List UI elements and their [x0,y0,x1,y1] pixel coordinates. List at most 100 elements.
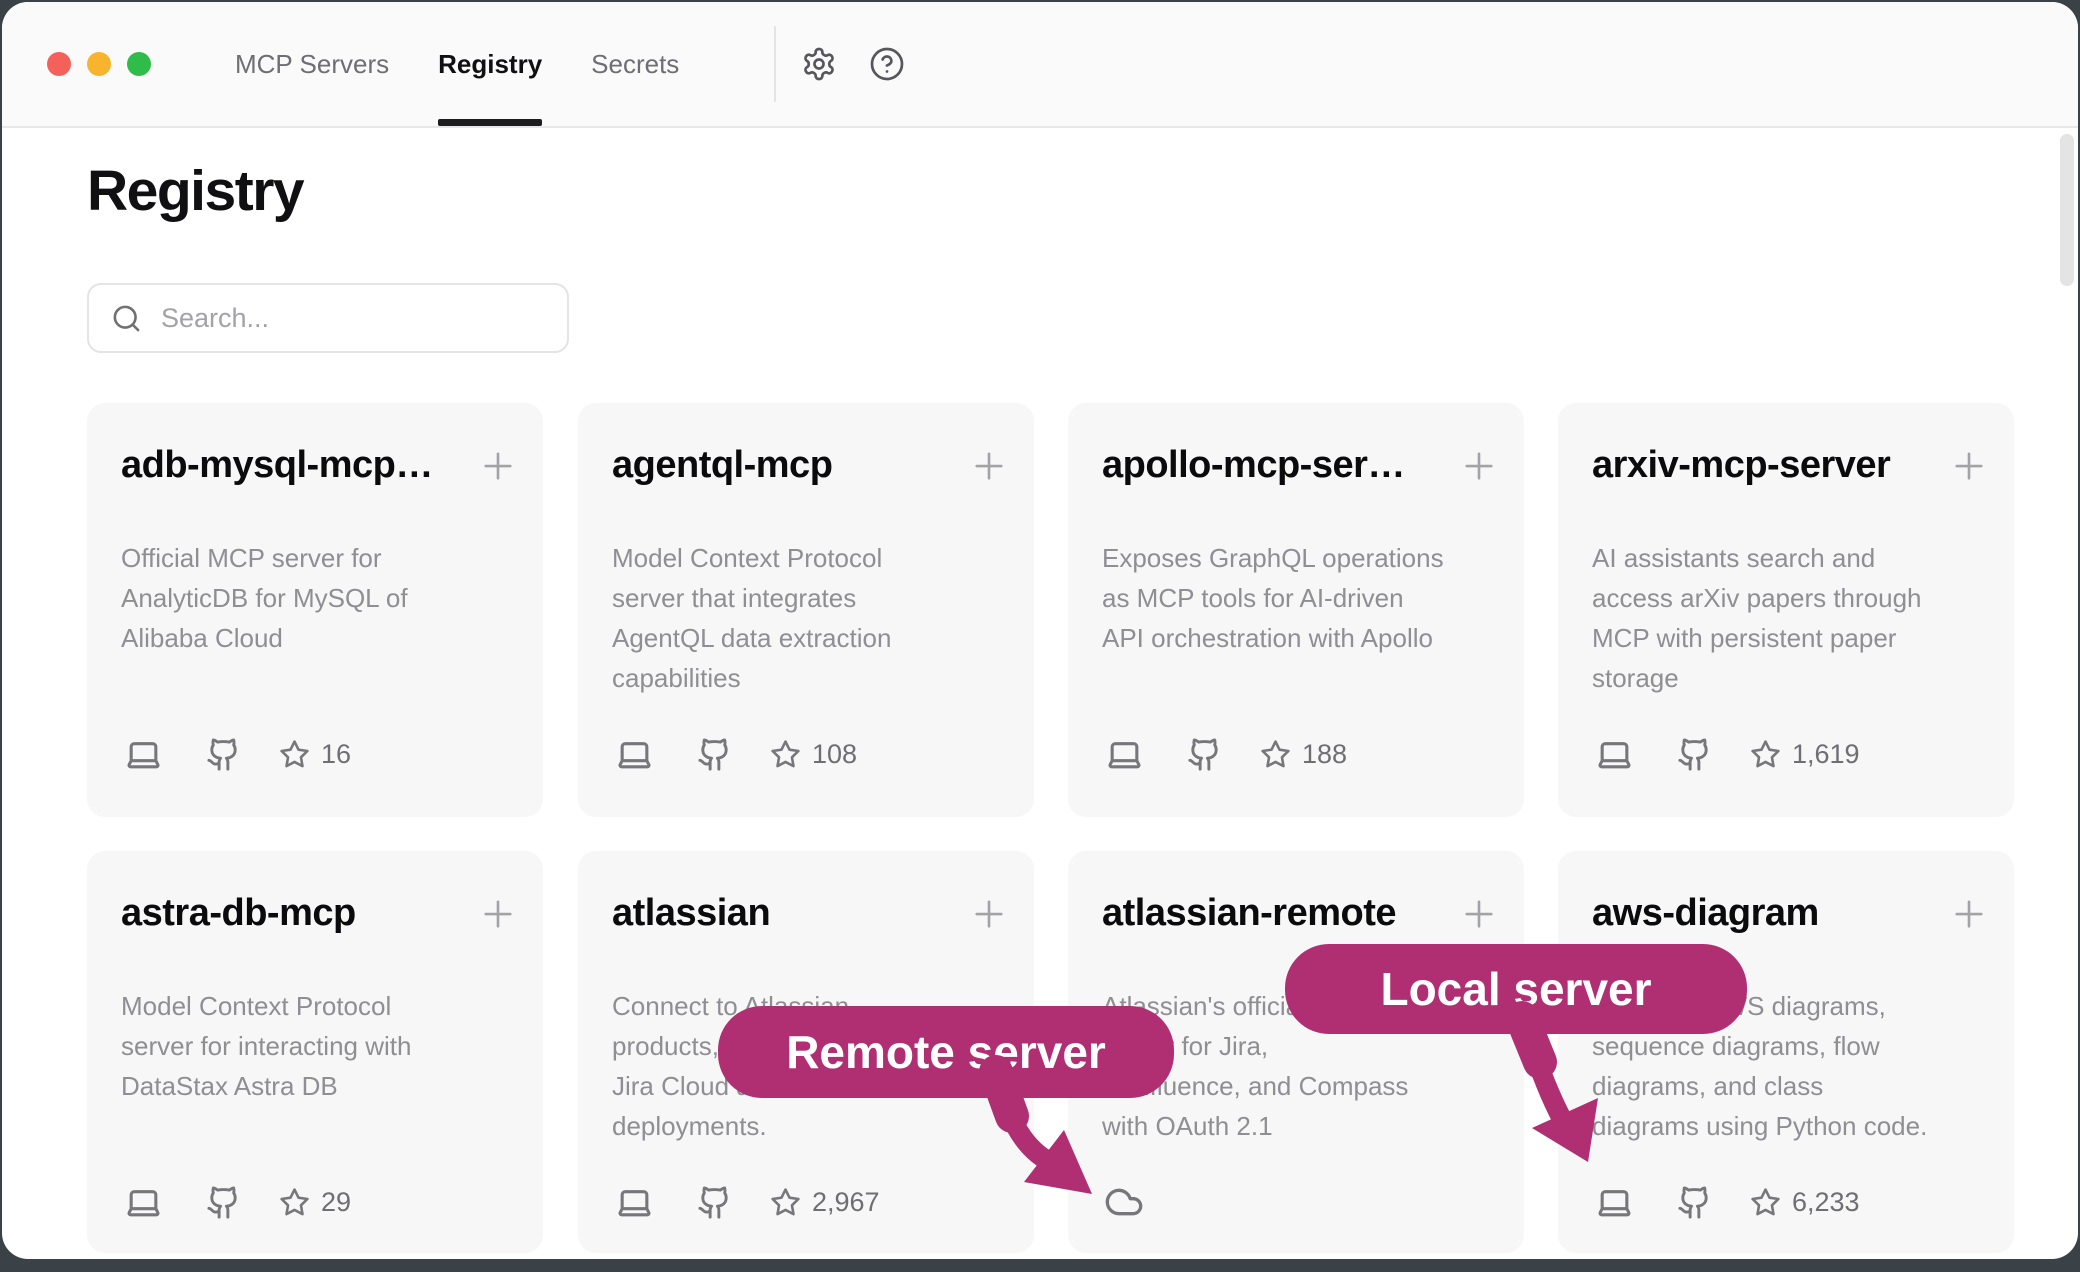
local-callout-label: Local server [1380,962,1651,1016]
star-icon [1260,739,1291,770]
github-icon [1677,737,1712,772]
server-meta: 108 [616,733,857,775]
laptop-icon [125,736,162,773]
description-line: AI assistants search and [1592,538,1922,578]
search-icon [111,303,142,334]
add-server-button[interactable] [477,445,519,487]
server-meta: 16 [125,733,351,775]
server-description: Model Context Protocolserver for interac… [121,986,411,1106]
laptop-icon [616,736,653,773]
titlebar-divider [774,26,776,102]
tab-secrets[interactable]: Secrets [591,2,679,126]
vertical-scrollbar[interactable] [2060,134,2074,286]
server-meta: 29 [125,1181,351,1223]
plus-icon [477,475,519,490]
star-count: 6,233 [1792,1187,1860,1218]
add-server-button[interactable] [968,445,1010,487]
server-description: Model Context Protocolserver that integr… [612,538,891,698]
description-line: Official MCP server for [121,538,408,578]
server-card[interactable]: arxiv-mcp-server AI assistants search an… [1558,403,2014,817]
github-icon [697,737,732,772]
titlebar: MCP Servers Registry Secrets [2,2,2078,128]
server-name: arxiv-mcp-server [1592,443,1890,487]
server-card[interactable]: astra-db-mcp Model Context Protocolserve… [87,851,543,1253]
description-line: API orchestration with Apollo [1102,618,1444,658]
window-minimize-button[interactable] [87,52,111,76]
description-line: as MCP tools for AI-driven [1102,578,1444,618]
page-title: Registry [87,158,303,224]
server-name: aws-diagram [1592,891,1819,935]
star-icon [770,1187,801,1218]
star-icon [1750,739,1781,770]
remote-callout-label: Remote server [786,1025,1106,1079]
server-card[interactable]: agentql-mcp Model Context Protocolserver… [578,403,1034,817]
server-name: atlassian [612,891,770,935]
plus-icon [1458,475,1500,490]
description-line: Model Context Protocol [121,986,411,1026]
description-line: MCP with persistent paper [1592,618,1922,658]
settings-button[interactable] [801,46,837,82]
tab-mcp-servers[interactable]: MCP Servers [235,2,389,126]
description-line: AgentQL data extraction [612,618,891,658]
description-line: diagrams, and class [1592,1066,1927,1106]
laptop-icon [1596,1184,1633,1221]
star-count: 2,967 [812,1187,880,1218]
server-name: apollo-mcp-ser… [1102,443,1405,487]
server-name: atlassian-remote [1102,891,1396,935]
description-line: capabilities [612,658,891,698]
github-icon [697,1185,732,1220]
server-name: astra-db-mcp [121,891,356,935]
local-server-callout: Local server [1285,944,1747,1034]
laptop-icon [616,1184,653,1221]
description-line: Alibaba Cloud [121,618,408,658]
add-server-button[interactable] [1948,445,1990,487]
description-line: access arXiv papers through [1592,578,1922,618]
description-line: server for interacting with [121,1026,411,1066]
github-icon [1677,1185,1712,1220]
help-icon [869,70,905,85]
server-meta: 6,233 [1596,1181,1860,1223]
server-card[interactable]: aws-diagram Generate AWS diagrams,sequen… [1558,851,2014,1253]
tab-registry[interactable]: Registry [438,2,542,126]
server-description: Official MCP server forAnalyticDB for My… [121,538,408,658]
github-icon [206,1185,241,1220]
description-line: Exposes GraphQL operations [1102,538,1444,578]
add-server-button[interactable] [1948,893,1990,935]
add-server-button[interactable] [477,893,519,935]
description-line: with OAuth 2.1 [1102,1106,1408,1146]
description-line: Model Context Protocol [612,538,891,578]
description-line: server that integrates [612,578,891,618]
window-zoom-button[interactable] [127,52,151,76]
remote-server-callout: Remote server [718,1006,1174,1098]
server-name: agentql-mcp [612,443,832,487]
app-screenshot: { "window_controls": { "close_color": "#… [0,0,2080,1272]
help-button[interactable] [869,46,905,82]
server-card[interactable]: adb-mysql-mcp… Official MCP server forAn… [87,403,543,817]
add-server-button[interactable] [1458,445,1500,487]
star-count: 16 [321,739,351,770]
laptop-icon [1106,736,1143,773]
description-line: storage [1592,658,1922,698]
gear-icon [801,70,837,85]
plus-icon [1948,923,1990,938]
search-input[interactable] [159,302,543,335]
server-description: AI assistants search andaccess arXiv pap… [1592,538,1922,698]
description-line: AnalyticDB for MySQL of [121,578,408,618]
plus-icon [968,475,1010,490]
cloud-icon [1104,1182,1144,1222]
add-server-button[interactable] [1458,893,1500,935]
star-icon [279,1187,310,1218]
add-server-button[interactable] [968,893,1010,935]
server-meta [1106,1181,1144,1223]
github-icon [1187,737,1222,772]
plus-icon [1458,923,1500,938]
server-card[interactable]: apollo-mcp-ser… Exposes GraphQL operatio… [1068,403,1524,817]
window-close-button[interactable] [47,52,71,76]
star-count: 108 [812,739,857,770]
github-icon [206,737,241,772]
search-box [87,283,569,353]
server-description: Exposes GraphQL operationsas MCP tools f… [1102,538,1444,658]
plus-icon [968,923,1010,938]
description-line: deployments. [612,1106,863,1146]
plus-icon [477,923,519,938]
